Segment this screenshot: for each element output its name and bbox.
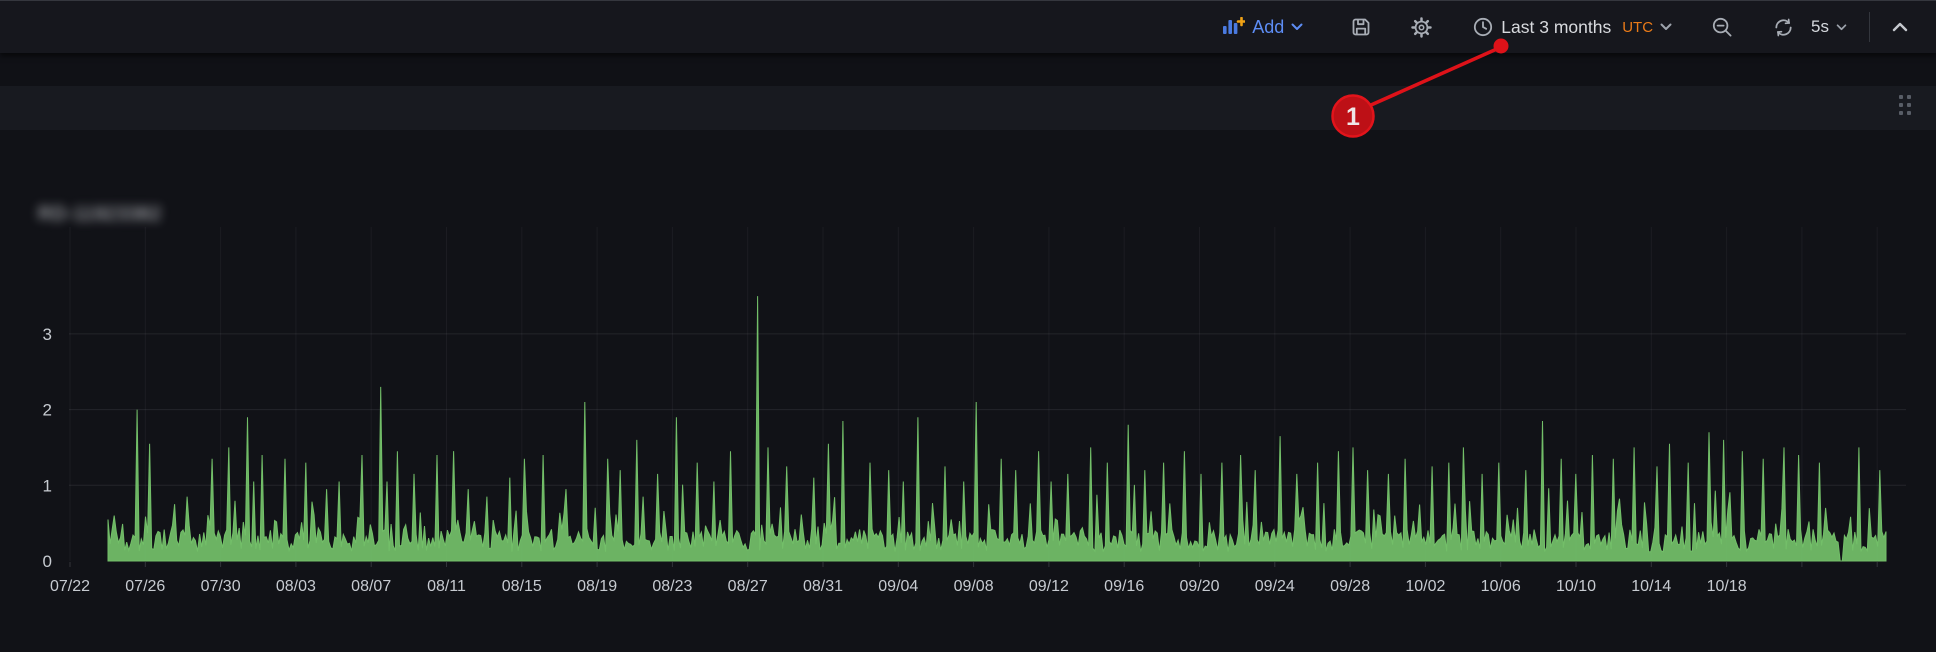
svg-text:08/03: 08/03 (276, 578, 316, 595)
chevron-down-icon (1836, 24, 1847, 31)
svg-text:10/06: 10/06 (1481, 578, 1521, 595)
svg-text:07/30: 07/30 (201, 578, 241, 595)
toolbar-divider (1869, 12, 1870, 42)
time-picker-button[interactable]: Last 3 months UTC (1462, 10, 1682, 44)
gear-icon (1410, 16, 1433, 39)
svg-text:10/02: 10/02 (1405, 578, 1445, 595)
svg-text:09/12: 09/12 (1029, 578, 1069, 595)
svg-text:10/14: 10/14 (1631, 578, 1671, 595)
collapse-toolbar-button[interactable] (1882, 16, 1918, 38)
refresh-button[interactable] (1762, 10, 1805, 45)
chevron-up-icon (1892, 22, 1908, 32)
add-button[interactable]: Add (1211, 11, 1313, 44)
svg-text:10/18: 10/18 (1707, 578, 1747, 595)
add-button-label: Add (1252, 17, 1284, 38)
svg-text:08/31: 08/31 (803, 578, 843, 595)
svg-text:07/26: 07/26 (125, 578, 165, 595)
svg-text:0: 0 (43, 552, 52, 571)
clock-icon (1472, 16, 1494, 38)
svg-text:07/22: 07/22 (50, 578, 90, 595)
timezone-label: UTC (1622, 19, 1653, 36)
refresh-interval-select[interactable]: 5s (1809, 11, 1857, 43)
svg-text:08/27: 08/27 (728, 578, 768, 595)
svg-text:10/10: 10/10 (1556, 578, 1596, 595)
svg-text:09/24: 09/24 (1255, 578, 1295, 595)
time-range-label: Last 3 months (1501, 17, 1611, 38)
svg-text:09/28: 09/28 (1330, 578, 1370, 595)
save-dashboard-button[interactable] (1340, 10, 1382, 44)
refresh-icon (1772, 16, 1795, 39)
zoom-out-time-button[interactable] (1701, 10, 1744, 45)
save-icon (1350, 16, 1372, 38)
chevron-down-icon (1291, 23, 1303, 31)
kwh-time-series-chart[interactable]: 0 1 2 3 07/22 07/26 07/30 08/03 08/07 08/11 08/15 0… (0, 0, 1936, 652)
svg-text:1: 1 (43, 476, 52, 495)
refresh-picker: 5s (1753, 10, 1857, 45)
zoom-out-icon (1711, 16, 1734, 39)
svg-text:09/20: 09/20 (1179, 578, 1219, 595)
svg-text:09/04: 09/04 (878, 578, 918, 595)
svg-text:08/11: 08/11 (427, 578, 466, 595)
svg-text:08/15: 08/15 (502, 578, 542, 595)
svg-text:09/08: 09/08 (954, 578, 994, 595)
dashboard-settings-button[interactable] (1400, 10, 1443, 45)
svg-text:3: 3 (43, 325, 52, 344)
svg-text:08/23: 08/23 (652, 578, 692, 595)
chevron-down-icon (1660, 23, 1672, 31)
svg-text:09/16: 09/16 (1104, 578, 1144, 595)
svg-text:08/19: 08/19 (577, 578, 617, 595)
dashboard-toolbar: Add (0, 0, 1936, 53)
bar-chart-plus-icon (1221, 17, 1245, 37)
svg-text:08/07: 08/07 (351, 578, 391, 595)
svg-text:2: 2 (43, 401, 52, 420)
refresh-interval-label: 5s (1811, 17, 1829, 37)
